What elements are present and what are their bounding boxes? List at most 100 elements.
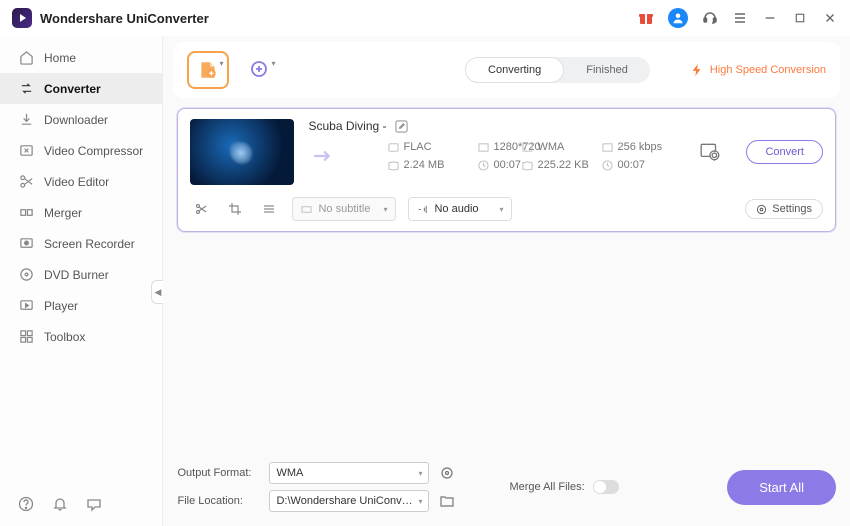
sidebar-item-editor[interactable]: Video Editor — [0, 166, 162, 197]
chevron-down-icon: ▾ — [499, 205, 503, 214]
sidebar-label: Toolbox — [44, 330, 85, 344]
content-area: ▾ ▾ Converting Finished High Speed Conve… — [163, 36, 850, 526]
open-folder-icon[interactable] — [439, 493, 455, 509]
sidebar-label: Screen Recorder — [44, 237, 135, 251]
more-icon[interactable] — [258, 198, 280, 220]
crop-icon[interactable] — [224, 198, 246, 220]
edit-title-icon[interactable] — [395, 120, 408, 133]
titlebar: Wondershare UniConverter — [0, 0, 850, 36]
output-settings-icon[interactable] — [439, 465, 455, 481]
grid-icon — [18, 329, 34, 345]
sidebar-label: Converter — [44, 82, 101, 96]
subtitle-value: No subtitle — [318, 203, 370, 215]
file-thumbnail[interactable] — [190, 119, 294, 185]
dst-bitrate: 256 kbps — [617, 141, 662, 153]
dst-size: 225.22 KB — [537, 159, 588, 171]
arrow-icon — [308, 147, 338, 165]
sidebar-item-converter[interactable]: Converter — [0, 73, 162, 104]
file-location-value: D:\Wondershare UniConverter 1 — [276, 495, 418, 507]
file-location-label: File Location: — [177, 495, 259, 507]
sidebar-label: Home — [44, 51, 76, 65]
sidebar-label: Downloader — [44, 113, 108, 127]
chevron-down-icon: ▾ — [383, 205, 387, 214]
support-icon[interactable] — [702, 10, 718, 26]
output-format-label: Output Format: — [177, 467, 259, 479]
output-format-value: WMA — [276, 467, 303, 479]
maximize-icon[interactable] — [792, 10, 808, 26]
chevron-down-icon: ▾ — [271, 59, 275, 68]
user-avatar-icon[interactable] — [668, 8, 688, 28]
feedback-icon[interactable] — [86, 496, 102, 512]
sidebar-item-home[interactable]: Home — [0, 42, 162, 73]
output-settings-icon[interactable] — [696, 138, 724, 166]
dst-format: WMA — [537, 141, 564, 153]
add-url-button[interactable]: ▾ — [239, 51, 281, 89]
high-speed-button[interactable]: High Speed Conversion — [690, 63, 826, 77]
disc-icon — [18, 267, 34, 283]
sidebar-item-dvd[interactable]: DVD Burner — [0, 259, 162, 290]
converter-icon — [18, 81, 34, 97]
compress-icon — [18, 143, 34, 159]
chevron-down-icon: ▾ — [219, 59, 223, 68]
sidebar-label: Player — [44, 299, 78, 313]
sidebar-label: DVD Burner — [44, 268, 109, 282]
bell-icon[interactable] — [52, 496, 68, 512]
trim-icon[interactable] — [190, 198, 212, 220]
tab-finished[interactable]: Finished — [564, 57, 650, 83]
sidebar-item-player[interactable]: Player — [0, 290, 162, 321]
close-icon[interactable] — [822, 10, 838, 26]
sidebar-item-merger[interactable]: Merger — [0, 197, 162, 228]
chevron-down-icon: ▾ — [418, 469, 422, 478]
file-list: Scuba Diving - FLAC 1280*720 WMA 256 kbp… — [163, 98, 850, 452]
minimize-icon[interactable] — [762, 10, 778, 26]
toolbar: ▾ ▾ Converting Finished High Speed Conve… — [173, 42, 840, 98]
menu-icon[interactable] — [732, 10, 748, 26]
app-title: Wondershare UniConverter — [40, 11, 209, 26]
record-icon — [18, 236, 34, 252]
convert-button[interactable]: Convert — [746, 140, 823, 164]
sidebar-item-downloader[interactable]: Downloader — [0, 104, 162, 135]
sidebar-label: Video Compressor — [44, 144, 143, 158]
src-size: 2.24 MB — [403, 159, 444, 171]
play-icon — [18, 298, 34, 314]
sidebar-label: Merger — [44, 206, 82, 220]
footer: Output Format: WMA ▾ File Location: D:\W… — [163, 452, 850, 526]
sidebar-label: Video Editor — [44, 175, 109, 189]
subtitle-dropdown[interactable]: No subtitle ▾ — [292, 197, 396, 221]
sidebar-bottom — [0, 482, 162, 526]
dst-duration: 00:07 — [617, 159, 645, 171]
sidebar: Home Converter Downloader Video Compress… — [0, 36, 163, 526]
gift-icon[interactable] — [638, 10, 654, 26]
file-location-dropdown[interactable]: D:\Wondershare UniConverter 1 ▾ — [269, 490, 429, 512]
src-duration: 00:07 — [493, 159, 521, 171]
scissors-icon — [18, 174, 34, 190]
file-title: Scuba Diving - — [308, 119, 386, 133]
merge-label: Merge All Files: — [509, 481, 584, 493]
app-logo-icon — [12, 8, 32, 28]
output-format-dropdown[interactable]: WMA ▾ — [269, 462, 429, 484]
merge-icon — [18, 205, 34, 221]
titlebar-right — [638, 8, 838, 28]
high-speed-label: High Speed Conversion — [710, 64, 826, 76]
sidebar-item-recorder[interactable]: Screen Recorder — [0, 228, 162, 259]
file-card: Scuba Diving - FLAC 1280*720 WMA 256 kbp… — [177, 108, 836, 232]
download-icon — [18, 112, 34, 128]
start-all-button[interactable]: Start All — [727, 470, 836, 505]
sidebar-item-compressor[interactable]: Video Compressor — [0, 135, 162, 166]
merge-toggle[interactable] — [593, 480, 619, 494]
add-file-button[interactable]: ▾ — [187, 51, 229, 89]
chevron-down-icon: ▾ — [418, 497, 422, 506]
lightning-icon — [690, 63, 704, 77]
home-icon — [18, 50, 34, 66]
collapse-sidebar-icon[interactable]: ◀ — [151, 280, 163, 304]
tab-converting[interactable]: Converting — [465, 57, 564, 83]
audio-value: No audio — [434, 203, 478, 215]
src-format: FLAC — [403, 141, 431, 153]
settings-button[interactable]: Settings — [745, 199, 823, 219]
status-tabs: Converting Finished — [465, 57, 650, 83]
settings-label: Settings — [772, 203, 812, 215]
audio-dropdown[interactable]: No audio ▾ — [408, 197, 512, 221]
titlebar-left: Wondershare UniConverter — [12, 8, 209, 28]
sidebar-item-toolbox[interactable]: Toolbox — [0, 321, 162, 352]
help-icon[interactable] — [18, 496, 34, 512]
